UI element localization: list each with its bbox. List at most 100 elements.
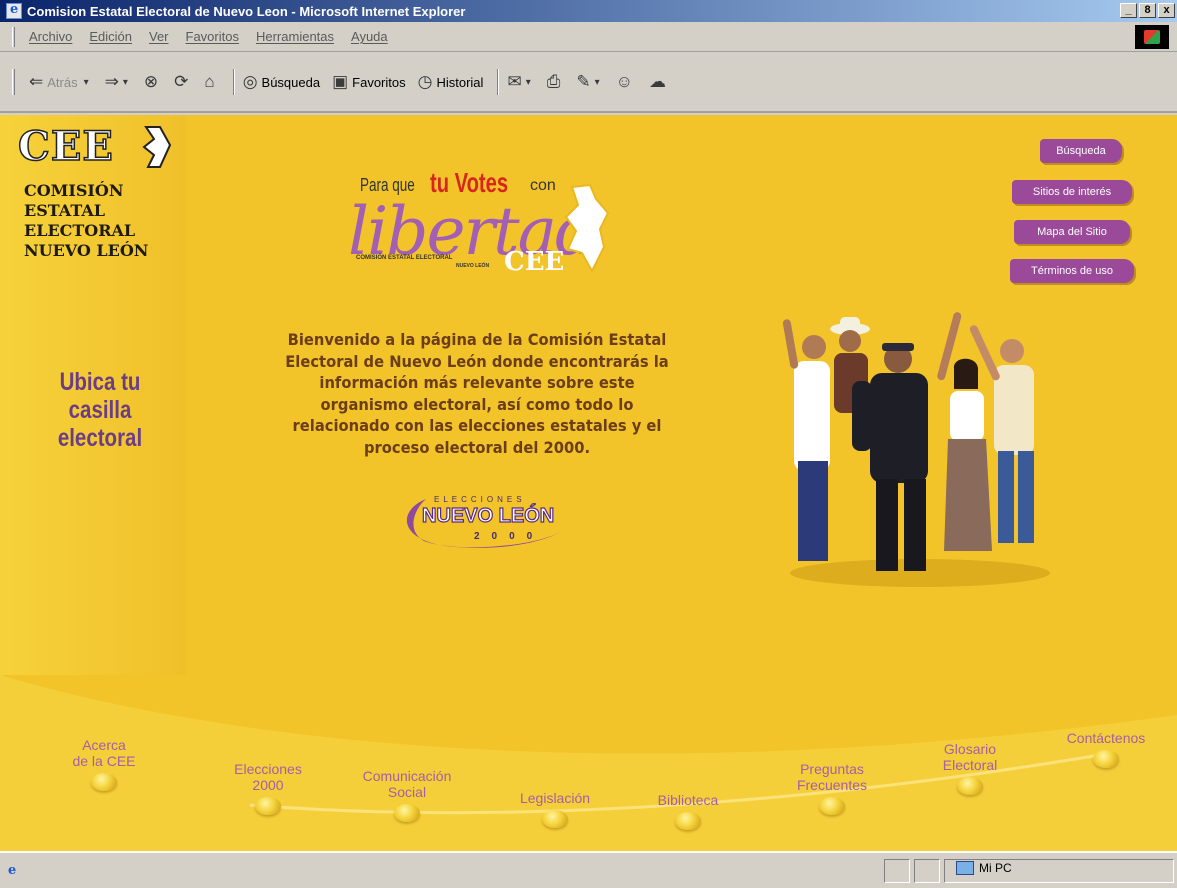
nav-label: Acerca [82, 737, 126, 753]
close-button[interactable]: x [1158, 3, 1175, 18]
toolbar: ⇐ Atrás ▾ ⇒ ▾ ⊗ ⟳ ⌂ ◎ Búsqueda ▣ Favorit… [0, 53, 1177, 113]
status-cell [884, 859, 910, 883]
menu-grip [12, 26, 15, 47]
ubica-line: Ubica tu [59, 368, 141, 396]
window-title: Comision Estatal Electoral de Nuevo Leon… [27, 3, 466, 19]
favorites-button[interactable]: ▣ Favoritos [332, 72, 406, 92]
nav-label: Frecuentes [796, 777, 868, 793]
discuss-button[interactable]: ☁ [649, 72, 670, 92]
nav-bulb-icon [819, 797, 845, 815]
nav-label: Comunicación [362, 768, 452, 784]
nav-label: de la CEE [72, 753, 136, 769]
slogan-logo: Para que tu Votes con libertad COMISIÓN … [340, 163, 630, 281]
nav-label: Biblioteca [657, 792, 719, 808]
zone-label: Mi PC [979, 861, 1012, 875]
welcome-line: proceso electoral del 2000. [363, 437, 591, 457]
favorites-icon: ▣ [332, 72, 349, 91]
nav-contactenos[interactable]: Contáctenos [1044, 730, 1168, 768]
nav-label: Electoral [942, 757, 998, 773]
nav-comunicacion-social[interactable]: Comunicación Social [340, 768, 474, 822]
stop-button[interactable]: ⊗ [144, 72, 162, 92]
welcome-line: Electoral de Nuevo León donde encontrará… [285, 351, 669, 371]
back-button[interactable]: ⇐ Atrás ▾ [29, 72, 93, 92]
nav-bulb-icon [91, 773, 117, 791]
nav-label: Social [387, 784, 427, 800]
ie-icon [6, 2, 22, 19]
ubica-casilla-link[interactable]: Ubica tu casilla electoral [34, 368, 165, 452]
menu-bar: Archivo Edición Ver Favoritos Herramient… [0, 22, 1177, 52]
nav-sitios-de-interes[interactable]: Sitios de interés [1012, 180, 1132, 204]
menu-ver[interactable]: Ver [149, 29, 169, 44]
print-button[interactable]: ⎙ [547, 72, 565, 92]
nav-bulb-icon [1093, 750, 1119, 768]
title-bar: Comision Estatal Electoral de Nuevo Leon… [0, 0, 1177, 22]
welcome-line: organismo electoral, así como todo lo [320, 394, 634, 414]
nav-glosario-electoral[interactable]: Glosario Electoral [918, 741, 1022, 795]
messenger-icon: ☺ [615, 72, 633, 91]
edit-button[interactable]: ✎ ▾ [576, 72, 603, 92]
refresh-button[interactable]: ⟳ [174, 72, 192, 92]
search-button[interactable]: ◎ Búsqueda [243, 72, 320, 92]
maximize-button[interactable]: 8 [1139, 3, 1156, 18]
toolbar-grip [12, 69, 15, 95]
home-button[interactable]: ⌂ [204, 72, 218, 92]
nav-label: Contáctenos [1066, 730, 1146, 746]
mail-button[interactable]: ✉ ▾ [507, 72, 534, 92]
cee-line: ELECTORAL [24, 221, 136, 240]
dropdown-icon: ▾ [122, 76, 128, 88]
elecciones-year: 2000 [474, 531, 545, 542]
nuevo-leon-map-icon [142, 126, 172, 168]
nav-label: Glosario [943, 741, 997, 757]
slogan-small-text-2: NUEVO LEÓN [456, 263, 490, 269]
slogan-small-text: COMISIÓN ESTATAL ELECTORAL [356, 255, 453, 261]
page-viewport: CEE COMISIÓN ESTATAL ELECTORAL NUEVO LEÓ… [0, 115, 1177, 851]
messenger-button[interactable]: ☺ [616, 72, 637, 92]
menu-edicion[interactable]: Edición [89, 29, 132, 44]
minimize-button[interactable]: _ [1120, 3, 1137, 18]
window-controls: _ 8 x [1120, 3, 1175, 18]
nav-elecciones-2000[interactable]: Elecciones 2000 [216, 761, 320, 815]
computer-icon [956, 861, 974, 875]
ubica-line: casilla [68, 396, 132, 424]
edit-icon: ✎ [576, 72, 591, 91]
search-label: Búsqueda [261, 74, 321, 90]
nav-bulb-icon [675, 812, 701, 830]
history-label: Historial [436, 74, 484, 90]
back-label: Atrás [47, 74, 78, 90]
nav-bulb-icon [957, 777, 983, 795]
history-button[interactable]: ◷ Historial [418, 72, 484, 92]
nav-biblioteca[interactable]: Biblioteca [636, 792, 740, 830]
stop-icon: ⊗ [143, 72, 159, 91]
dropdown-icon: ▾ [525, 76, 531, 88]
dropdown-icon: ▾ [594, 76, 600, 88]
windows-logo-icon [1135, 25, 1169, 49]
nav-label: Elecciones [234, 761, 302, 777]
nav-terminos-de-uso[interactable]: Términos de uso [1010, 259, 1134, 283]
cee-line: NUEVO LEÓN [24, 241, 149, 260]
elecciones-nuevo-leon-logo[interactable]: ELECCIONES NUEVO LEÓN 2000 [396, 491, 566, 555]
menu-archivo[interactable]: Archivo [29, 29, 72, 44]
nav-acerca-de-la-cee[interactable]: Acerca de la CEE [52, 737, 156, 791]
nav-legislacion[interactable]: Legislación [500, 790, 610, 828]
history-icon: ◷ [417, 72, 433, 91]
forward-button[interactable]: ⇒ ▾ [105, 72, 132, 92]
nav-bulb-icon [542, 810, 568, 828]
search-icon: ◎ [242, 72, 258, 91]
nav-preguntas-frecuentes[interactable]: Preguntas Frecuentes [772, 761, 892, 815]
cee-logo[interactable]: CEE [17, 122, 114, 171]
nav-label: Preguntas [800, 761, 864, 777]
menu-ayuda[interactable]: Ayuda [351, 29, 388, 44]
toolbar-separator [497, 69, 500, 95]
dropdown-icon: ▾ [83, 76, 89, 88]
page-status-icon: e [8, 863, 17, 878]
forward-arrow-icon: ⇒ [104, 72, 119, 91]
menu-herramientas[interactable]: Herramientas [256, 29, 334, 44]
nav-busqueda[interactable]: Búsqueda [1040, 139, 1122, 163]
menu-favoritos[interactable]: Favoritos [186, 29, 239, 44]
zone-indicator: Mi PC [956, 861, 1012, 875]
back-arrow-icon: ⇐ [29, 72, 44, 91]
cee-line: COMISIÓN [24, 181, 124, 200]
home-icon: ⌂ [204, 72, 215, 91]
nav-mapa-del-sitio[interactable]: Mapa del Sitio [1014, 220, 1130, 244]
nav-label: 2000 [252, 777, 284, 793]
